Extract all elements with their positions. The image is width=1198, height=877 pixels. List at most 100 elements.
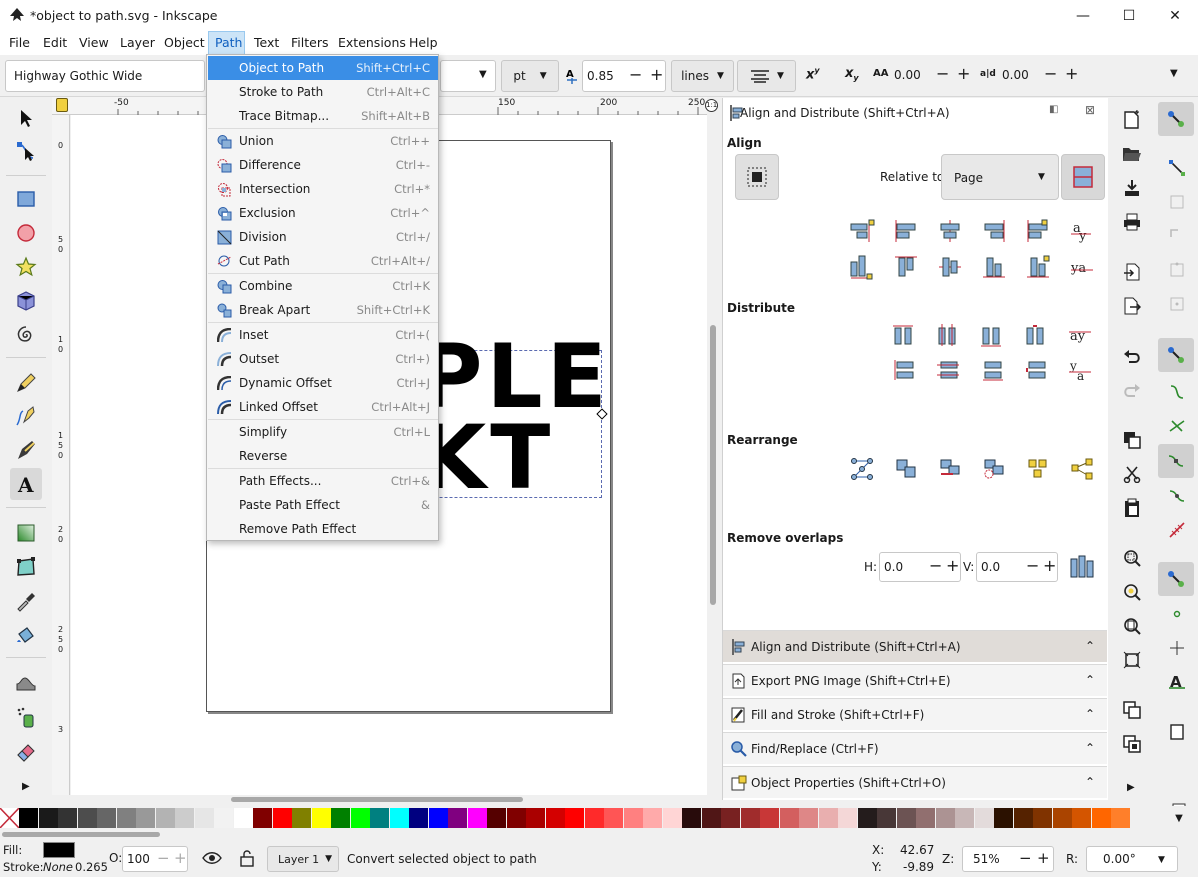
panel-find-replace[interactable]: Find/Replace (Ctrl+F) ⌃ [723,732,1107,764]
menu-edit[interactable]: Edit [43,35,67,50]
copy-icon[interactable] [1120,428,1144,452]
color-swatch[interactable] [857,808,877,828]
h-gap-input[interactable]: 0.0 − + [879,552,961,582]
vertical-scrollbar[interactable] [707,115,719,795]
color-swatch[interactable] [292,808,311,828]
color-swatch[interactable] [565,808,584,828]
plus-icon[interactable]: + [1037,849,1050,867]
minus-icon[interactable]: − [929,556,942,575]
ellipse-tool-icon[interactable] [10,217,42,249]
menu-item-exclusion[interactable]: Exclusion Ctrl+^ [208,201,438,225]
panel-fill-stroke[interactable]: Fill and Stroke (Shift+Ctrl+F) ⌃ [723,698,1107,730]
toolbox-overflow-icon[interactable]: ▶ [22,781,30,792]
color-swatch[interactable] [487,808,506,828]
color-swatch[interactable] [779,808,799,828]
menu-extensions[interactable]: Extensions [338,35,406,50]
color-swatch[interactable] [58,808,77,828]
duplicate-icon[interactable] [1120,698,1144,722]
color-swatch[interactable] [253,808,272,828]
zoom-page-icon[interactable] [1120,614,1144,638]
treat-as-group-button[interactable] [735,154,779,200]
minus-icon[interactable]: − [1026,556,1039,575]
color-swatch[interactable] [877,808,896,828]
align-buttons-icon[interactable]: ay ya [845,216,1101,286]
clone-icon[interactable] [1120,732,1144,756]
relative-to-select[interactable]: Page ▼ [941,154,1059,200]
zoom-selection-icon[interactable] [1120,546,1144,570]
remove-overlaps-button[interactable] [1067,552,1097,582]
pen-tool-icon[interactable] [10,400,42,432]
menu-path[interactable]: Path [215,35,242,50]
snap-toggle-button[interactable] [1158,102,1194,136]
no-paint-swatch-icon[interactable] [0,808,19,828]
color-swatch[interactable] [1111,808,1130,828]
color-swatch[interactable] [643,808,662,828]
color-swatch[interactable] [1033,808,1052,828]
eye-icon[interactable] [202,851,222,865]
dock-collapse-icon[interactable]: ◧ [1049,104,1058,115]
color-swatch[interactable] [233,808,253,828]
menu-item-remove-path-effect[interactable]: Remove Path Effect [208,517,438,541]
v-gap-input[interactable]: 0.0 − + [976,552,1058,582]
save-icon[interactable] [1120,176,1144,200]
plus-icon[interactable]: + [957,64,970,83]
color-swatch[interactable] [623,808,643,828]
snap-rotation-center-icon[interactable] [1165,636,1189,660]
rearrange-buttons-icon[interactable] [845,454,1101,484]
line-height-input[interactable]: 0.85 − + [582,60,666,92]
gradient-tool-icon[interactable] [10,517,42,549]
color-swatch[interactable] [389,808,409,828]
lock-icon[interactable] [239,849,255,867]
color-swatch[interactable] [350,808,370,828]
plus-icon[interactable]: + [1065,64,1078,83]
maximize-icon[interactable]: ☐ [1106,0,1152,31]
mesh-tool-icon[interactable] [10,551,42,583]
snap-paths-icon[interactable] [1165,380,1189,404]
snap-smooth-icon[interactable] [1165,484,1189,508]
menu-item-outset[interactable]: Outset Ctrl+) [208,347,438,371]
color-swatch[interactable] [506,808,526,828]
color-swatch[interactable] [409,808,428,828]
tweak-tool-icon[interactable] [10,667,42,699]
word-spacing-input[interactable]: 0.00 − + [998,60,1082,92]
color-swatch[interactable] [1052,808,1072,828]
dock-close-icon[interactable]: ⊠ [1085,103,1095,117]
color-swatch[interactable] [740,808,760,828]
lock-guides-icon[interactable] [56,98,68,112]
menu-item-intersection[interactable]: Intersection Ctrl+* [208,177,438,201]
plus-icon[interactable]: + [650,65,663,84]
menu-layer[interactable]: Layer [120,35,155,50]
color-swatch[interactable] [721,808,740,828]
menu-item-path-effects[interactable]: Path Effects... Ctrl+& [208,469,438,493]
menu-view[interactable]: View [79,35,109,50]
color-swatch[interactable] [1013,808,1033,828]
color-swatch[interactable] [994,808,1013,828]
font-size-input[interactable]: ▼ [440,60,496,92]
menu-item-reverse[interactable]: Reverse [208,444,438,468]
move-selection-as-group-button[interactable] [1061,154,1105,200]
menu-item-combine[interactable]: Combine Ctrl+K [208,274,438,298]
palette-scrollbar[interactable] [0,830,1198,840]
snap-page-border-icon[interactable] [1165,720,1189,744]
letter-spacing-input[interactable]: 0.00 − + [890,60,974,92]
color-swatch[interactable] [955,808,974,828]
3d-box-tool-icon[interactable] [10,285,42,317]
color-swatch[interactable] [799,808,818,828]
text-tool-icon[interactable]: A [10,468,42,500]
palette-menu-icon[interactable]: ▼ [1172,809,1186,827]
superscript-icon[interactable]: xy [806,66,820,82]
color-swatch[interactable] [19,808,38,828]
new-document-icon[interactable] [1120,108,1144,132]
unit-select[interactable]: pt ▼ [501,60,559,92]
color-swatch[interactable] [916,808,935,828]
print-icon[interactable] [1120,210,1144,234]
menu-object[interactable]: Object [164,35,205,50]
minus-icon[interactable]: − [1019,849,1032,867]
color-swatch[interactable] [331,808,350,828]
snap-bbox-icon[interactable] [1165,156,1189,180]
snap-intersection-icon[interactable] [1165,414,1189,438]
color-swatch[interactable] [155,808,175,828]
text-align-select[interactable]: ▼ [737,60,796,92]
color-swatch[interactable] [662,808,682,828]
color-swatch[interactable] [526,808,545,828]
